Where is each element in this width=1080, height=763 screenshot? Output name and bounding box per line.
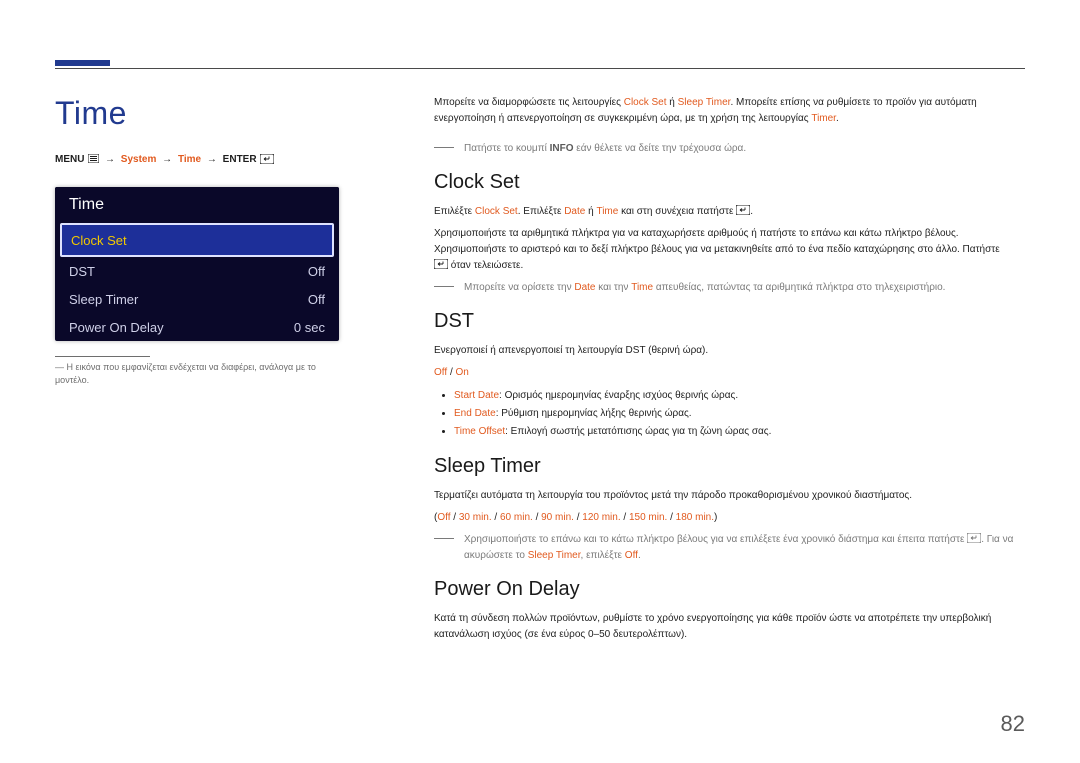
caption-divider (55, 356, 150, 357)
sleep-timer-note: Χρησιμοποιήστε το επάνω και το κάτω πλήκ… (434, 532, 1014, 564)
dst-options: Off / On (434, 365, 1014, 381)
power-on-delay-paragraph: Κατά τη σύνδεση πολλών προϊόντων, ρυθμίσ… (434, 611, 1014, 643)
arrow-icon: → (207, 154, 217, 165)
note-dash-icon (434, 286, 454, 296)
row-value: 0 sec (294, 320, 325, 335)
section-title-clock-set: Clock Set (434, 171, 1014, 194)
menu-icon (88, 154, 99, 166)
page-number: 82 (1001, 711, 1025, 737)
intro-paragraph: Μπορείτε να διαμορφώσετε τις λειτουργίες… (434, 95, 1014, 127)
enter-icon (736, 206, 750, 217)
row-label: Sleep Timer (69, 292, 308, 307)
menu-row-clock-set[interactable]: Clock Set (60, 223, 334, 257)
enter-icon (260, 154, 274, 167)
bullet-start-date: Start Date: Ορισμός ημερομηνίας έναρξης … (454, 387, 1014, 405)
enter-label: ENTER (223, 154, 257, 165)
sleep-timer-paragraph: Τερματίζει αυτόματα τη λειτουργία του πρ… (434, 488, 1014, 504)
page-header-decoration (55, 60, 1025, 69)
row-value: Off (308, 264, 325, 279)
section-title-power-on-delay: Power On Delay (434, 578, 1014, 601)
menu-path: MENU → System → Time → ENTER (55, 154, 339, 167)
sleep-timer-options: (Off / 30 min. / 60 min. / 90 min. / 120… (434, 510, 1014, 526)
panel-caption: ― Η εικόνα που εμφανίζεται ενδέχεται να … (55, 361, 339, 386)
intro-note: Πατήστε το κουμπί INFO εάν θέλετε να δεί… (434, 141, 1014, 157)
row-value: Off (308, 292, 325, 307)
breadcrumb-system: System (121, 154, 157, 165)
enter-icon (967, 534, 981, 545)
arrow-icon: → (105, 154, 115, 165)
breadcrumb-time: Time (178, 154, 201, 165)
section-title-dst: DST (434, 310, 1014, 333)
row-label: Clock Set (71, 233, 323, 248)
note-dash-icon (434, 538, 454, 564)
section-title-sleep-timer: Sleep Timer (434, 455, 1014, 478)
clock-set-note: Μπορείτε να ορίσετε την Date και την Tim… (434, 280, 1014, 296)
time-menu-panel: Time Clock Set DST Off Sleep Timer Off P… (55, 187, 339, 341)
clock-set-paragraph-2: Χρησιμοποιήστε τα αριθμητικά πλήκτρα για… (434, 226, 1014, 274)
note-dash-icon (434, 147, 454, 157)
bullet-time-offset: Time Offset: Επιλογή σωστής μετατόπισης … (454, 423, 1014, 441)
menu-row-sleep-timer[interactable]: Sleep Timer Off (55, 285, 339, 313)
enter-icon (434, 260, 448, 271)
menu-row-dst[interactable]: DST Off (55, 257, 339, 285)
clock-set-paragraph-1: Επιλέξτε Clock Set. Επιλέξτε Date ή Time… (434, 204, 1014, 220)
menu-label: MENU (55, 154, 84, 165)
arrow-icon: → (162, 154, 172, 165)
bullet-end-date: End Date: Ρύθμιση ημερομηνίας λήξης θερι… (454, 405, 1014, 423)
dst-bullets: Start Date: Ορισμός ημερομηνίας έναρξης … (434, 387, 1014, 441)
menu-row-power-on-delay[interactable]: Power On Delay 0 sec (55, 313, 339, 341)
dst-paragraph: Ενεργοποιεί ή απενεργοποιεί τη λειτουργί… (434, 343, 1014, 359)
row-label: Power On Delay (69, 320, 294, 335)
panel-title: Time (55, 187, 339, 223)
page-title: Time (55, 95, 339, 132)
row-label: DST (69, 264, 308, 279)
